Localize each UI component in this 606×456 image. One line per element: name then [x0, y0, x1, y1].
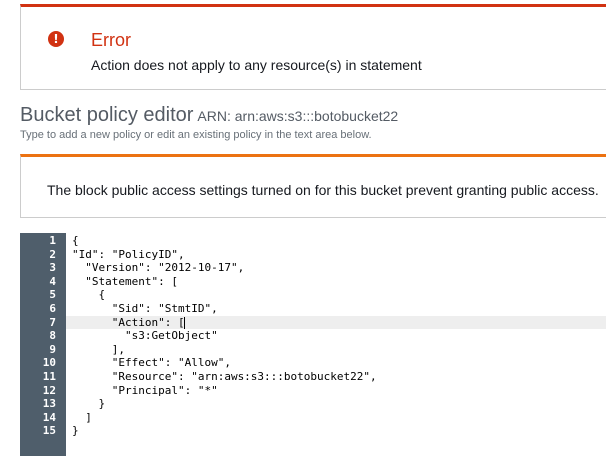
line-number: 15 — [42, 424, 56, 438]
block-public-access-warning: The block public access settings turned … — [20, 154, 606, 218]
code-line-text[interactable]: "Sid": "StmtID", — [72, 302, 218, 316]
line-number: 10 — [42, 356, 56, 370]
code-line[interactable]: 1{ — [20, 234, 606, 248]
policy-code-editor[interactable]: 1{2 "Id": "PolicyID", 3 "Version": "2012-1… — [20, 233, 606, 456]
code-line[interactable]: 9 ], — [20, 343, 606, 357]
code-line[interactable]: 11 "Resource": "arn:aws:s3:::botobucket2… — [20, 370, 606, 384]
line-number: 8 — [49, 329, 56, 343]
editor-subtitle: Type to add a new policy or edit an exis… — [20, 129, 372, 141]
line-number: 12 — [42, 383, 56, 397]
error-message: Action does not apply to any resource(s)… — [91, 57, 422, 73]
code-line-text[interactable]: "Effect": "Allow", — [72, 356, 231, 370]
code-line-text[interactable]: "s3:GetObject" — [72, 329, 218, 343]
text-cursor — [184, 316, 185, 329]
line-number: 7 — [20, 315, 66, 330]
error-title: Error — [91, 30, 131, 50]
code-lines[interactable]: 1{2 "Id": "PolicyID", 3 "Version": "2012-1… — [20, 233, 606, 438]
line-number: 2 — [49, 247, 56, 261]
code-line[interactable]: 13 } — [20, 397, 606, 411]
code-line-text[interactable]: "Version": "2012-10-17", — [72, 261, 244, 275]
code-line-text[interactable]: ], — [72, 343, 125, 357]
bucket-arn: ARN: arn:aws:s3:::botobucket22 — [197, 108, 399, 124]
code-line-text[interactable]: { — [72, 234, 79, 248]
code-line[interactable]: 4 "Statement": [ — [20, 275, 606, 289]
exclamation-circle-icon: ! — [48, 31, 64, 47]
code-line-text[interactable]: { — [72, 288, 105, 302]
line-number: 4 — [49, 274, 56, 288]
code-line-text[interactable]: ] — [72, 411, 92, 425]
code-line-text[interactable]: "Resource": "arn:aws:s3:::botobucket22", — [72, 370, 377, 384]
code-line-text[interactable]: } — [72, 397, 105, 411]
line-number: 6 — [49, 301, 56, 315]
code-line-text[interactable]: "Action": [ — [72, 316, 185, 330]
code-line[interactable]: 7 "Action": [ — [20, 315, 606, 330]
editor-title: Bucket policy editor — [20, 104, 194, 126]
code-line[interactable]: 6 "Sid": "StmtID", — [20, 302, 606, 316]
editor-heading: Bucket policy editor ARN: arn:aws:s3:::bo… — [20, 104, 398, 127]
line-number: 14 — [42, 410, 56, 424]
code-line[interactable]: 15} — [20, 424, 606, 438]
code-line[interactable]: 3 "Version": "2012-10-17", — [20, 261, 606, 275]
code-line-text[interactable]: } — [72, 424, 79, 438]
error-alert: ! Error Action does not apply to any res… — [20, 4, 606, 90]
bucket-policy-page: ! Error Action does not apply to any res… — [0, 0, 606, 456]
code-line[interactable]: 2 "Id": "PolicyID", — [20, 248, 606, 262]
code-line-text[interactable]: "Statement": [ — [72, 275, 178, 289]
code-line[interactable]: 14 ] — [20, 411, 606, 425]
line-number: 13 — [42, 397, 56, 411]
code-line[interactable]: 8 "s3:GetObject" — [20, 329, 606, 343]
code-line[interactable]: 5 { — [20, 288, 606, 302]
code-line-text[interactable]: "Id": "PolicyID", — [72, 248, 185, 262]
line-number: 3 — [49, 261, 56, 275]
line-number: 5 — [49, 288, 56, 302]
code-line[interactable]: 12 "Principal": "*" — [20, 384, 606, 398]
code-line[interactable]: 10 "Effect": "Allow", — [20, 356, 606, 370]
code-line-text[interactable]: "Principal": "*" — [72, 384, 218, 398]
line-number: 9 — [49, 342, 56, 356]
line-number: 11 — [42, 369, 56, 383]
warning-message: The block public access settings turned … — [47, 182, 599, 198]
line-number: 1 — [49, 234, 56, 247]
